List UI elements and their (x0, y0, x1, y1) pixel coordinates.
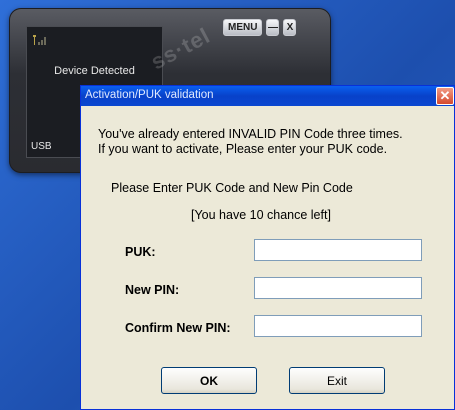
signal-strength-icon (33, 35, 46, 45)
warning-message-line-2: If you want to activate, Please enter yo… (98, 142, 388, 156)
exit-button[interactable]: Exit (289, 367, 385, 394)
dialog-title: Activation/PUK validation (85, 89, 214, 101)
dialog-titlebar[interactable]: Activation/PUK validation ✕ (81, 86, 454, 106)
puk-input[interactable] (254, 239, 422, 261)
ok-button[interactable]: OK (161, 367, 257, 394)
confirm-pin-input[interactable] (254, 315, 422, 337)
connection-type-label: USB (31, 141, 52, 152)
instruction-text: Please Enter PUK Code and New Pin Code (111, 181, 353, 195)
minimize-icon[interactable]: — (266, 19, 280, 36)
confirm-pin-label: Confirm New PIN: (125, 321, 231, 335)
remaining-chances-text: [You have 10 chance left] (191, 208, 331, 222)
menu-button[interactable]: MENU (223, 19, 263, 36)
new-pin-label: New PIN: (125, 283, 180, 297)
warning-message-line-1: You've already entered INVALID PIN Code … (98, 127, 403, 141)
puk-validation-dialog: Activation/PUK validation ✕ You've alrea… (80, 85, 455, 410)
device-status-text: Device Detected (54, 65, 135, 77)
new-pin-input[interactable] (254, 277, 422, 299)
close-icon[interactable]: X (283, 19, 297, 36)
puk-label: PUK: (125, 245, 156, 259)
widget-controls: MENU — X (223, 19, 297, 36)
dialog-close-button[interactable]: ✕ (436, 87, 454, 105)
